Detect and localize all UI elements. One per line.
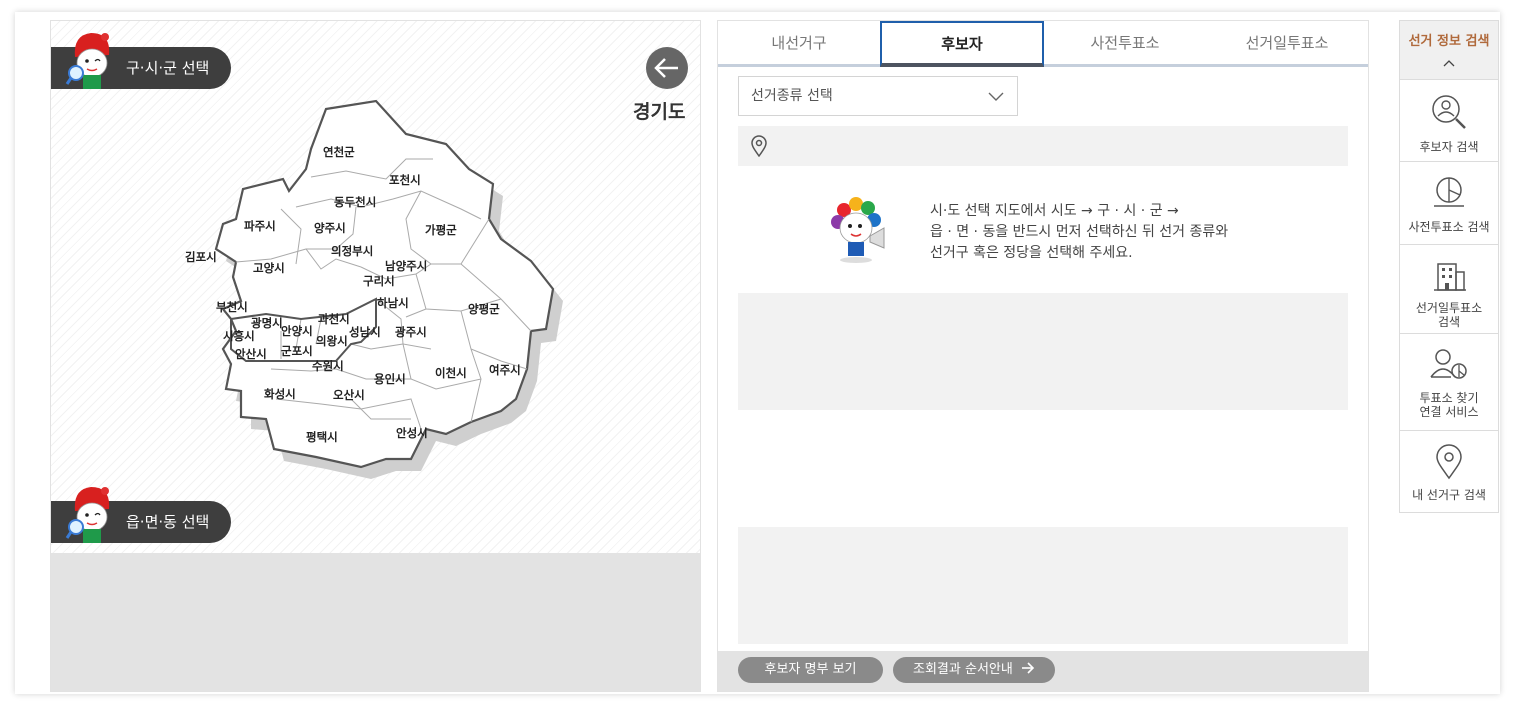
tab-early-voting[interactable]: 사전투표소 (1044, 21, 1206, 65)
candidate-list-button[interactable]: 후보자 명부 보기 (738, 657, 883, 683)
svg-text:남양주시: 남양주시 (385, 259, 427, 273)
svg-text:수원시: 수원시 (312, 359, 344, 373)
town-list-area (51, 553, 700, 691)
tab-bar: 내선거구 후보자 사전투표소 선거일투표소 (718, 21, 1368, 67)
person-clock-icon (1430, 349, 1467, 379)
election-type-select[interactable]: 선거종류 선택 (738, 76, 1018, 116)
building-icon (1434, 263, 1466, 291)
order-guide-label: 조회결과 순서안내 (913, 662, 1013, 677)
map-panel: 구·시·군 선택 경기도 연천군 포천시 동두천시 파주시 양주시 가평군 의정… (50, 20, 701, 692)
svg-text:군포시: 군포시 (281, 344, 313, 358)
notice-message: 시·도 선택 지도에서 시도 → 구 · 시 · 군 → 읍 · 면 · 동을 … (930, 201, 1260, 264)
content-panel: 내선거구 후보자 사전투표소 선거일투표소 선거종류 선택 시·도 선택 지도에… (717, 20, 1369, 692)
sidebar-item-label: 검색 (1437, 315, 1461, 329)
mascot-icon (65, 487, 110, 543)
svg-text:안산시: 안산시 (235, 347, 267, 361)
arrow-right-icon (1021, 662, 1035, 674)
sidebar-item-label: 사전투표소 검색 (1408, 220, 1490, 234)
svg-text:양주시: 양주시 (314, 221, 346, 235)
svg-text:안성시: 안성시 (396, 426, 428, 440)
sidebar-item-early-voting-search[interactable]: 사전투표소 검색 (1400, 162, 1498, 245)
election-type-select-label: 선거종류 선택 (751, 88, 833, 104)
tab-election-day-voting[interactable]: 선거일투표소 (1206, 21, 1368, 65)
svg-text:부천시: 부천시 (216, 300, 248, 314)
map-area: 구·시·군 선택 경기도 연천군 포천시 동두천시 파주시 양주시 가평군 의정… (51, 21, 700, 553)
svg-text:여주시: 여주시 (489, 363, 521, 377)
svg-text:동두천시: 동두천시 (334, 195, 376, 209)
sidebar-item-label: 연결 서비스 (1419, 405, 1479, 419)
svg-text:성남시: 성남시 (349, 325, 381, 339)
sidebar-item-candidate-search[interactable]: 후보자 검색 (1400, 80, 1498, 162)
province-label: 경기도 (633, 101, 686, 123)
sidebar-item-label: 투표소 찾기 (1419, 391, 1479, 405)
mascot-icon (65, 33, 110, 89)
sidebar-item-election-day-voting-search[interactable]: 선거일투표소 검색 (1400, 245, 1498, 334)
svg-text:의정부시: 의정부시 (331, 244, 373, 258)
order-guide-button[interactable]: 조회결과 순서안내 (893, 657, 1055, 683)
tab-my-district[interactable]: 내선거구 (718, 21, 880, 65)
svg-text:하남시: 하남시 (377, 296, 409, 310)
sidebar-item-my-district-search[interactable]: 내 선거구 검색 (1400, 431, 1498, 512)
bottom-action-bar: 후보자 명부 보기 조회결과 순서안내 (718, 651, 1368, 691)
svg-text:파주시: 파주시 (244, 219, 276, 233)
svg-text:의왕시: 의왕시 (316, 334, 348, 348)
svg-text:안양시: 안양시 (281, 324, 313, 338)
svg-text:김포시: 김포시 (185, 250, 217, 264)
map-pin-icon (1436, 444, 1462, 480)
tab-candidate[interactable]: 후보자 (880, 21, 1044, 67)
mascot-megaphone-icon (831, 197, 885, 263)
chevron-down-icon (988, 92, 1004, 101)
svg-text:시흥시: 시흥시 (223, 329, 255, 343)
svg-text:가평군: 가평군 (425, 223, 457, 237)
sidebar-item-label: 후보자 검색 (1419, 140, 1479, 154)
svg-text:구리시: 구리시 (363, 274, 395, 288)
election-info-sidebar: 선거 정보 검색 후보자 검색 사전투표소 검색 선거일투표소 검색 투표소 찾… (1399, 20, 1499, 513)
notice-line: 선거구 혹은 정당을 선택해 주세요. (930, 245, 1133, 261)
sidebar-title: 선거 정보 검색 (1408, 34, 1490, 49)
svg-text:고양시: 고양시 (253, 261, 285, 275)
svg-text:평택시: 평택시 (306, 430, 338, 444)
svg-text:용인시: 용인시 (374, 372, 406, 386)
person-search-icon (1432, 95, 1466, 129)
svg-text:과천시: 과천시 (318, 312, 350, 326)
svg-text:화성시: 화성시 (264, 387, 296, 401)
arrow-left-icon (654, 58, 678, 78)
map-pin-icon (751, 135, 767, 157)
svg-text:연천군: 연천군 (323, 145, 355, 159)
svg-text:포천시: 포천시 (389, 173, 421, 187)
svg-text:광명시: 광명시 (251, 316, 283, 330)
sidebar-toggle[interactable]: 선거 정보 검색 (1400, 21, 1498, 80)
svg-text:양평군: 양평군 (468, 302, 500, 316)
chevron-up-icon (1443, 60, 1455, 67)
notice-line: 시·도 선택 지도에서 시도 → 구 · 시 · 군 → (930, 203, 1179, 219)
svg-text:이천시: 이천시 (435, 366, 467, 380)
gyeonggi-map[interactable]: 연천군 포천시 동두천시 파주시 양주시 가평군 의정부시 김포시 고양시 남양… (171, 99, 591, 499)
result-placeholder (738, 293, 1348, 410)
location-bar (738, 126, 1348, 166)
svg-text:오산시: 오산시 (333, 388, 365, 402)
result-placeholder (738, 527, 1348, 644)
sidebar-item-label: 내 선거구 검색 (1412, 488, 1486, 502)
back-button[interactable] (646, 47, 688, 89)
sidebar-item-label: 선거일투표소 (1415, 301, 1483, 315)
pie-chart-icon (1434, 177, 1464, 207)
svg-text:광주시: 광주시 (395, 325, 427, 339)
sidebar-item-polling-place-link[interactable]: 투표소 찾기 연결 서비스 (1400, 334, 1498, 431)
notice-line: 읍 · 면 · 동을 반드시 먼저 선택하신 뒤 선거 종류와 (930, 224, 1229, 240)
